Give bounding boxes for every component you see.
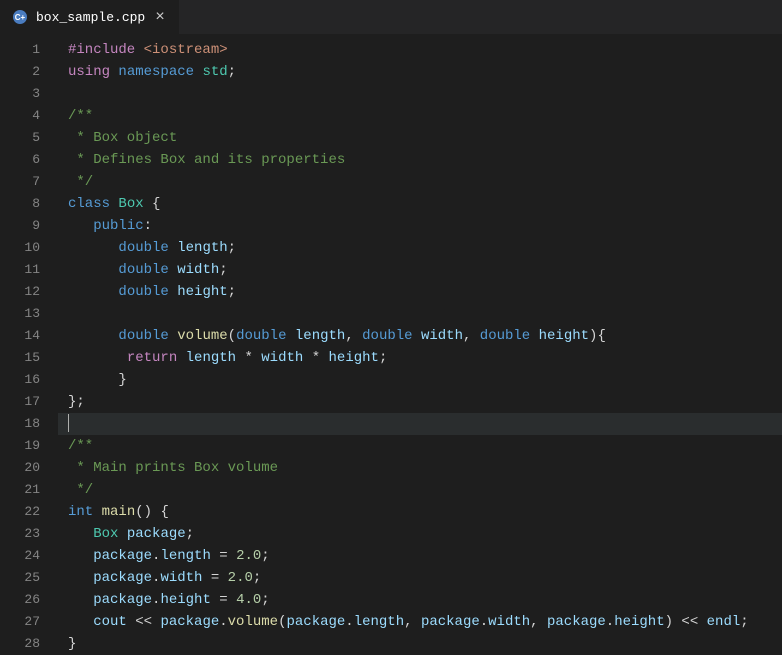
line-number: 20 — [0, 457, 40, 479]
code-line: * Main prints Box volume — [58, 457, 782, 479]
code-line: Box package; — [58, 523, 782, 545]
line-number: 15 — [0, 347, 40, 369]
line-number: 2 — [0, 61, 40, 83]
code-line: package.height = 4.0; — [58, 589, 782, 611]
line-number: 13 — [0, 303, 40, 325]
svg-text:C+: C+ — [15, 13, 26, 22]
editor: 1234567891011121314151617181920212223242… — [0, 35, 782, 654]
code-line — [58, 83, 782, 105]
line-number: 21 — [0, 479, 40, 501]
line-number: 18 — [0, 413, 40, 435]
code-line: return length * width * height; — [58, 347, 782, 369]
code-line: /** — [58, 435, 782, 457]
line-number: 17 — [0, 391, 40, 413]
line-number: 25 — [0, 567, 40, 589]
line-gutter: 1234567891011121314151617181920212223242… — [0, 35, 58, 654]
code-line: #include <iostream> — [58, 39, 782, 61]
line-number: 19 — [0, 435, 40, 457]
code-line: cout << package.volume(package.length, p… — [58, 611, 782, 633]
line-number: 4 — [0, 105, 40, 127]
code-line: * Defines Box and its properties — [58, 149, 782, 171]
line-number: 22 — [0, 501, 40, 523]
code-line: class Box { — [58, 193, 782, 215]
line-number: 1 — [0, 39, 40, 61]
tab-bar: C+ box_sample.cpp × — [0, 0, 782, 35]
code-line: using namespace std; — [58, 61, 782, 83]
code-line — [58, 303, 782, 325]
code-line: } — [58, 369, 782, 391]
code-line: */ — [58, 479, 782, 501]
line-number: 9 — [0, 215, 40, 237]
code-line: } — [58, 633, 782, 655]
close-icon[interactable]: × — [153, 7, 167, 27]
line-number: 11 — [0, 259, 40, 281]
cpp-file-icon: C+ — [12, 9, 28, 25]
code-line: public: — [58, 215, 782, 237]
code-line: double height; — [58, 281, 782, 303]
code-line: package.width = 2.0; — [58, 567, 782, 589]
line-number: 28 — [0, 633, 40, 655]
line-number: 14 — [0, 325, 40, 347]
code-line: package.length = 2.0; — [58, 545, 782, 567]
line-number: 24 — [0, 545, 40, 567]
line-number: 7 — [0, 171, 40, 193]
code-line: */ — [58, 171, 782, 193]
line-number: 27 — [0, 611, 40, 633]
code-line: /** — [58, 105, 782, 127]
line-number: 3 — [0, 83, 40, 105]
code-line: * Box object — [58, 127, 782, 149]
line-number: 26 — [0, 589, 40, 611]
line-number: 6 — [0, 149, 40, 171]
code-line: }; — [58, 391, 782, 413]
line-number: 23 — [0, 523, 40, 545]
line-number: 5 — [0, 127, 40, 149]
line-number: 16 — [0, 369, 40, 391]
cursor — [68, 414, 69, 432]
code-line: int main() { — [58, 501, 782, 523]
code-line-current — [58, 413, 782, 435]
line-number: 8 — [0, 193, 40, 215]
code-line: double volume(double length, double widt… — [58, 325, 782, 347]
tab-filename: box_sample.cpp — [36, 10, 145, 25]
line-number: 10 — [0, 237, 40, 259]
code-area[interactable]: #include <iostream> using namespace std;… — [58, 35, 782, 654]
line-number: 12 — [0, 281, 40, 303]
file-tab[interactable]: C+ box_sample.cpp × — [0, 0, 179, 34]
code-line: double length; — [58, 237, 782, 259]
code-line: double width; — [58, 259, 782, 281]
